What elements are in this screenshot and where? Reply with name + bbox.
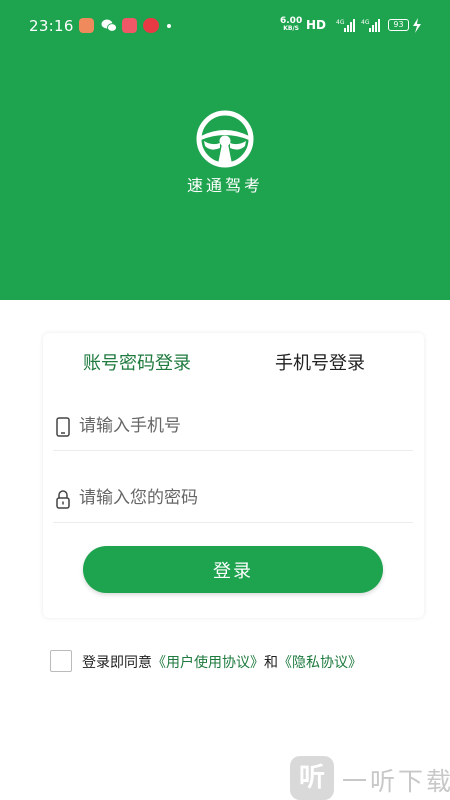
notification-app-icon <box>79 18 94 33</box>
svg-text:4G: 4G <box>336 19 345 26</box>
login-card: 账号密码登录 手机号登录 登录 <box>43 333 424 618</box>
phone-icon <box>56 417 70 437</box>
signal-icon: 4G <box>361 19 380 32</box>
lock-icon <box>56 490 70 509</box>
watermark-logo-icon: 听 <box>290 756 334 800</box>
steering-wheel-icon <box>196 110 254 168</box>
phone-input[interactable] <box>79 411 399 441</box>
password-input[interactable] <box>79 483 399 513</box>
phone-field <box>53 401 413 451</box>
more-notifications-dot <box>167 24 171 28</box>
agreement-row: 登录即同意《用户使用协议》和《隐私协议》 <box>50 650 440 674</box>
password-field <box>53 473 413 523</box>
video-app-icon <box>122 18 137 33</box>
user-agreement-link[interactable]: 《用户使用协议》 <box>152 655 264 671</box>
agreement-checkbox[interactable] <box>50 650 72 672</box>
login-button[interactable]: 登录 <box>83 546 383 593</box>
network-speed: 6.00 KB/S <box>280 16 303 33</box>
notification-badge-icon <box>143 18 159 33</box>
svg-text:4G: 4G <box>361 19 370 26</box>
charging-bolt-icon <box>413 18 421 33</box>
app-name: 速通驾考 <box>186 176 263 195</box>
signal-icon: 4G <box>336 19 355 32</box>
agreement-text: 登录即同意《用户使用协议》和《隐私协议》 <box>82 655 362 671</box>
wechat-icon <box>101 19 117 32</box>
tab-account-password-login[interactable]: 账号密码登录 <box>83 349 191 375</box>
watermark-text: 一听下载 <box>342 767 450 796</box>
hd-indicator: HD <box>306 18 327 32</box>
status-bar: 23:16 6.00 KB/S HD 4G 4G 93 <box>0 0 450 52</box>
privacy-agreement-link[interactable]: 《隐私协议》 <box>278 655 362 671</box>
tab-phone-login[interactable]: 手机号登录 <box>275 349 365 375</box>
battery-icon: 93 <box>388 19 409 31</box>
status-time: 23:16 <box>29 17 74 35</box>
